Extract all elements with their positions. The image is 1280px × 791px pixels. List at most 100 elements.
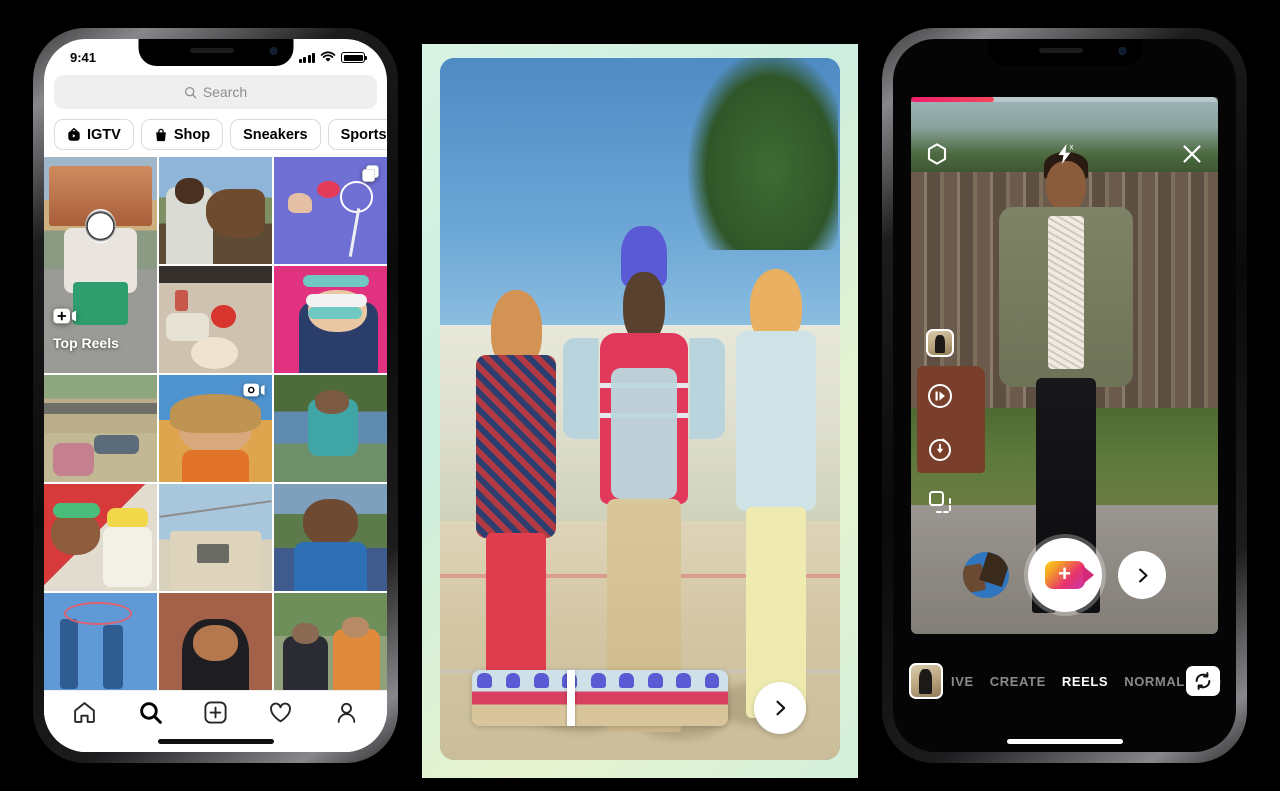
phone-explore: 9:41 Search IGTV Shop Sneakers Sports To… [33, 28, 398, 763]
speed-icon [928, 384, 952, 408]
camera-mode-bar[interactable]: IVE CREATE REELS NORMAL BO [893, 658, 1236, 704]
mode-live[interactable]: IVE [951, 674, 974, 689]
grid-tile[interactable] [159, 266, 272, 373]
timeline-frame[interactable] [585, 670, 615, 726]
panel-video-preview [422, 44, 858, 778]
phone-camera: x + IVE CREATE REELS NORMAL [882, 28, 1247, 763]
timeline-frame[interactable] [528, 670, 558, 726]
chevron-right-icon [776, 700, 786, 716]
person-icon [337, 702, 355, 723]
camera-mode-list[interactable]: IVE CREATE REELS NORMAL BO [951, 674, 1221, 689]
chip-sports[interactable]: Sports [327, 119, 387, 150]
effect-thumbnail-icon[interactable] [909, 663, 943, 699]
igtv-icon [68, 127, 80, 141]
grid-tile[interactable] [274, 266, 387, 373]
tool-timer[interactable] [924, 433, 956, 465]
video-tree [688, 58, 838, 250]
flip-camera-button[interactable] [1186, 666, 1220, 696]
home-icon [74, 701, 95, 723]
grid-tile-carousel[interactable] [274, 157, 387, 264]
grid-tile[interactable] [159, 593, 272, 700]
grid-tile-igtv[interactable] [159, 375, 272, 482]
grid-tile[interactable] [274, 484, 387, 591]
timeline-frame[interactable] [472, 670, 501, 726]
phone-camera-screen: x + IVE CREATE REELS NORMAL [893, 39, 1236, 752]
timeline-frame[interactable] [500, 670, 529, 726]
camera-tool-rail[interactable] [924, 327, 958, 518]
record-button-ring: + [1036, 547, 1094, 603]
tab-activity[interactable] [268, 700, 293, 730]
timeline-frame[interactable] [699, 670, 728, 726]
video-person-center [562, 226, 726, 732]
grid-tile[interactable] [274, 593, 387, 700]
search-placeholder: Search [202, 84, 248, 100]
front-camera [269, 47, 277, 55]
flip-camera-icon [1195, 672, 1211, 690]
mode-normal[interactable]: NORMAL [1124, 674, 1185, 689]
chip-shop[interactable]: Shop [140, 119, 224, 150]
camera-forward-button[interactable] [1118, 551, 1166, 599]
video-timeline-scrubber[interactable] [472, 670, 728, 726]
explore-grid[interactable]: Top Reels [44, 157, 387, 752]
grid-tile[interactable] [274, 375, 387, 482]
video-player[interactable] [440, 58, 840, 760]
tool-audio[interactable] [924, 327, 956, 359]
status-time: 9:41 [70, 49, 97, 65]
chip-igtv[interactable]: IGTV [54, 119, 134, 150]
carousel-icon [361, 164, 380, 183]
tab-create[interactable] [203, 700, 228, 730]
tab-search[interactable] [138, 700, 163, 730]
battery-icon [341, 52, 367, 63]
notch [987, 39, 1142, 66]
svg-text:x: x [1069, 142, 1073, 151]
home-indicator [157, 739, 274, 744]
category-chip-row[interactable]: IGTV Shop Sneakers Sports Architect [44, 119, 387, 153]
close-icon [1183, 144, 1201, 163]
grid-tile[interactable] [44, 593, 157, 700]
search-input[interactable]: Search [54, 75, 377, 109]
audio-thumbnail-icon [926, 329, 954, 357]
chip-label: Shop [173, 126, 211, 143]
chip-label: Sneakers [243, 126, 308, 143]
close-button[interactable] [1180, 142, 1204, 171]
grid-tile[interactable] [159, 157, 272, 264]
top-reels-label: Top Reels [53, 335, 119, 351]
notch [138, 39, 293, 66]
chip-sneakers[interactable]: Sneakers [230, 119, 321, 150]
search-icon [139, 701, 162, 724]
screenshot-canvas: 9:41 Search IGTV Shop Sneakers Sports To… [0, 0, 1280, 791]
grid-tile[interactable] [159, 484, 272, 591]
timeline-frame[interactable] [614, 670, 643, 726]
heart-icon [270, 702, 292, 722]
tab-profile[interactable] [334, 700, 359, 730]
timeline-frame[interactable] [671, 670, 700, 726]
earpiece-speaker [189, 48, 234, 53]
wifi-icon [320, 51, 336, 62]
effects-button[interactable] [925, 142, 949, 171]
cellular-bars-icon [298, 53, 315, 63]
search-bar-container: Search [44, 75, 387, 109]
flash-button[interactable]: x [1053, 142, 1077, 171]
gallery-button[interactable] [963, 552, 1009, 598]
mode-reels[interactable]: REELS [1062, 674, 1108, 689]
timeline-playhead[interactable] [566, 670, 575, 726]
preview-next-button[interactable] [754, 682, 806, 734]
mode-create[interactable]: CREATE [990, 674, 1046, 689]
record-button[interactable]: + [1027, 538, 1102, 612]
grid-tile[interactable] [44, 484, 157, 591]
camera-top-controls[interactable]: x [925, 139, 1204, 173]
grid-tile[interactable] [44, 375, 157, 482]
tool-align[interactable] [924, 486, 956, 518]
shop-bag-icon [156, 128, 166, 141]
earpiece-speaker [1038, 48, 1083, 53]
reels-plus-icon [53, 307, 77, 325]
grid-tile-top-reels[interactable]: Top Reels [44, 157, 157, 373]
chip-label: Sports [340, 126, 387, 143]
status-indicators [298, 51, 367, 63]
tab-home[interactable] [72, 700, 97, 730]
camera-shutter-row[interactable]: + [911, 538, 1218, 612]
chip-label: IGTV [87, 126, 121, 143]
tool-speed[interactable] [924, 380, 956, 412]
timeline-frame[interactable] [642, 670, 672, 726]
search-icon [184, 86, 197, 98]
